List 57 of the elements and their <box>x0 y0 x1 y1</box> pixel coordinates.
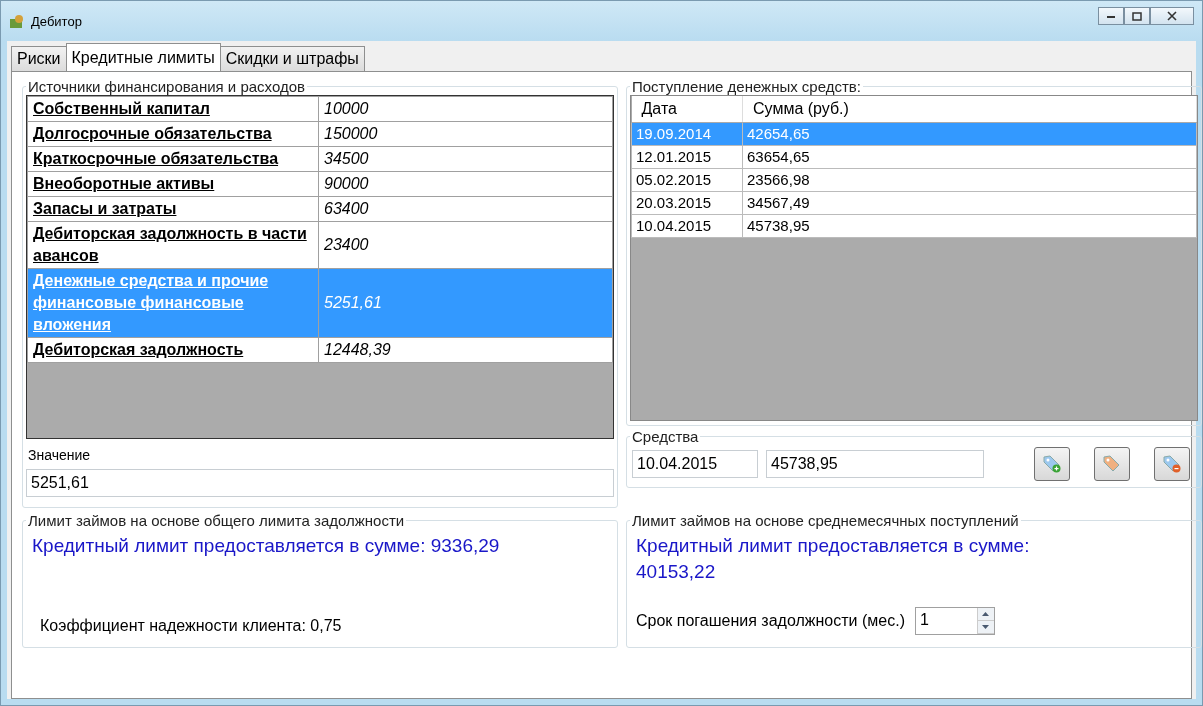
table-cell[interactable]: 12448,39 <box>318 337 613 363</box>
table-cell[interactable]: Внеоборотные активы <box>27 171 319 197</box>
remove-button[interactable] <box>1154 447 1190 481</box>
edit-button[interactable] <box>1094 447 1130 481</box>
table-cell[interactable]: 05.02.2015 <box>631 168 743 192</box>
table-cell[interactable]: 34567,49 <box>742 191 1197 215</box>
group-title: Лимит займов на основе среднемесячных поступлений <box>631 512 1020 529</box>
maximize-button[interactable] <box>1124 7 1150 25</box>
minimize-icon <box>1106 13 1116 19</box>
table-cell[interactable]: Дебиторская задолжность <box>27 337 319 363</box>
maximize-icon <box>1132 11 1142 21</box>
minimize-button[interactable] <box>1098 7 1124 25</box>
table-cell[interactable]: 90000 <box>318 171 613 197</box>
table-cell[interactable]: Собственный капитал <box>27 96 319 122</box>
spin-field[interactable]: 1 <box>914 607 995 635</box>
column-header[interactable]: Сумма (руб.) <box>742 96 1197 123</box>
tab[interactable]: Скидки и штрафы <box>219 46 365 71</box>
table-cell[interactable]: 20.03.2015 <box>631 191 743 215</box>
table-cell[interactable]: 150000 <box>318 121 613 147</box>
window-title: Дебитор <box>31 13 82 29</box>
input-field[interactable]: 5251,61 <box>26 469 614 497</box>
table-cell[interactable]: 23400 <box>318 221 613 269</box>
table-cell[interactable]: 63654,65 <box>742 145 1197 169</box>
table-cell[interactable]: 63400 <box>318 196 613 222</box>
table-cell[interactable]: Краткосрочные обязательства <box>27 146 319 172</box>
table-cell[interactable]: Дебиторская задолжность в части авансов <box>27 221 319 269</box>
table-cell[interactable]: 45738,95 <box>742 214 1197 238</box>
close-icon <box>1167 11 1177 21</box>
tab[interactable]: Риски <box>11 46 67 71</box>
table-cell[interactable]: Долгосрочные обязательства <box>27 121 319 147</box>
group-title: Источники финансирования и расходов <box>27 78 306 95</box>
limit-result: Кредитный лимит предоставляется в сумме: 40153,22 <box>636 534 1031 584</box>
tag-icon <box>1102 454 1122 474</box>
date-field[interactable]: 10.04.2015 <box>632 450 758 478</box>
table-cell[interactable]: 10000 <box>318 96 613 122</box>
table-cell[interactable]: 12.01.2015 <box>631 145 743 169</box>
table-cell[interactable]: 34500 <box>318 146 613 172</box>
table-cell[interactable]: Запасы и затраты <box>27 196 319 222</box>
coefficient-text: Коэффициент надежности клиента: 0,75 <box>40 617 343 635</box>
column-header[interactable]: Дата <box>631 96 743 123</box>
close-button[interactable] <box>1150 7 1194 25</box>
app-icon <box>9 13 25 29</box>
table-cell[interactable]: 10.04.2015 <box>631 214 743 238</box>
group-title: Лимит займов на основе общего лимита задолжности <box>27 512 406 529</box>
field-label: Срок погашения задолжности (мес.) <box>636 612 905 630</box>
down-arrow-icon <box>982 625 990 629</box>
limit-result: Кредитный лимит предоставляется в сумме: 9336,29 <box>32 534 501 558</box>
field-label: Значение <box>28 447 92 463</box>
tag-plus-icon <box>1042 454 1062 474</box>
tag-minus-icon <box>1162 454 1182 474</box>
amount-field[interactable]: 45738,95 <box>766 450 984 478</box>
table-cell[interactable]: 23566,98 <box>742 168 1197 192</box>
add-button[interactable] <box>1034 447 1070 481</box>
tab[interactable]: Кредитные лимиты <box>65 43 221 71</box>
group-title: Поступление денежных средств: <box>631 78 862 95</box>
group-title: Средства <box>631 428 700 445</box>
up-arrow-icon <box>982 612 990 616</box>
